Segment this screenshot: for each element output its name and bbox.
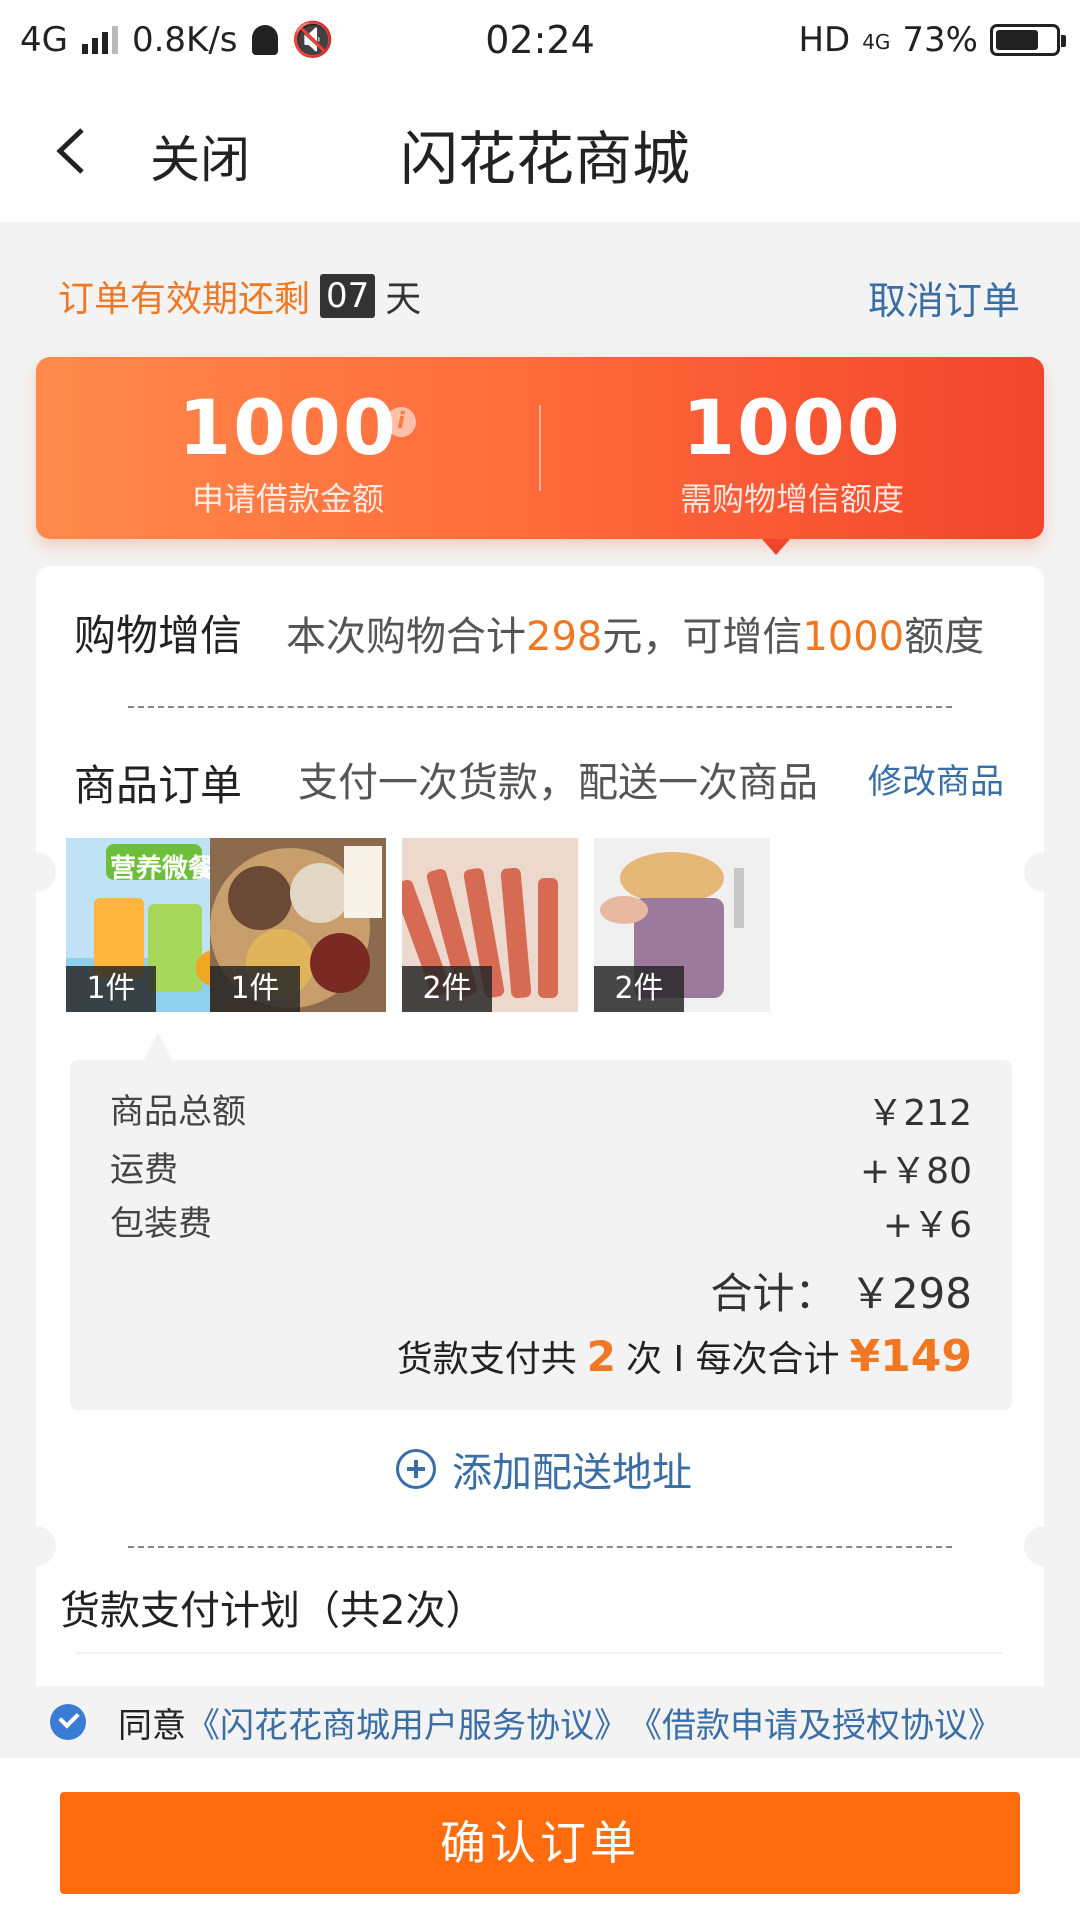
agree-checkbox[interactable] — [50, 1704, 86, 1740]
status-bar: 4G 0.8K/s 🔇 02:24 HD 4G 73% — [0, 0, 1080, 80]
product-thumb-4[interactable]: 2件 — [594, 838, 770, 1012]
loan-agreement-link[interactable]: 《借款申请及授权协议》 — [628, 1698, 1002, 1747]
ticket-notch — [16, 1526, 56, 1566]
apply-amount-block: 1000 申请借款金额 — [36, 383, 540, 520]
modify-goods-link[interactable]: 修改商品 — [868, 754, 1004, 803]
credit-desc-mid: 元，可增信 — [602, 614, 803, 660]
network-speed: 0.8K/s — [131, 20, 238, 60]
ticket-notch — [16, 852, 56, 892]
network-type: 4G — [20, 20, 68, 60]
payment-summary: 货款支付共 2 次 I 每次合计 ¥149 — [397, 1330, 972, 1382]
payment-plan-title: 货款支付计划（共2次） — [60, 1588, 486, 1634]
quantity-badge: 2件 — [402, 966, 492, 1012]
credit-amount-block: 1000 需购物增信额度 — [540, 383, 1044, 520]
validity-days: 07 — [320, 274, 376, 318]
page-title: 闪花花商城 — [400, 125, 691, 193]
packing-label: 包装费 — [110, 1204, 212, 1244]
agree-label: 同意 — [118, 1705, 186, 1746]
credit-desc-prefix: 本次购物合计 — [286, 614, 526, 660]
close-button[interactable]: 关闭 — [150, 120, 250, 192]
signal-icon — [81, 26, 118, 54]
credit-amount-label: 需购物增信额度 — [679, 480, 904, 518]
quantity-badge: 1件 — [66, 966, 156, 1012]
nav-bar: 关闭 闪花花商城 — [0, 80, 1080, 222]
pay-mid: 次 I 每次合计 — [626, 1339, 840, 1380]
fee-box-pointer — [144, 1032, 172, 1060]
product-thumb-3[interactable]: 2件 — [402, 838, 578, 1012]
clock: 02:24 — [485, 18, 595, 62]
shopping-credit-title: 购物增信 — [74, 611, 243, 660]
product-banner: 营养微餐 — [110, 854, 215, 884]
order-validity: 订单有效期还剩 07 天 — [58, 270, 421, 322]
quantity-badge: 2件 — [594, 966, 684, 1012]
fee-summary: 商品总额 ￥212 运费 +￥80 包装费 +￥6 合计： ￥298 货款支付共… — [70, 1060, 1012, 1410]
shipping-value: +￥80 — [860, 1151, 972, 1192]
battery-fill — [996, 30, 1039, 50]
shopping-credit-desc: 本次购物合计298元，可增信1000额度 — [286, 604, 984, 662]
total-label: 合计： — [710, 1269, 837, 1318]
goods-order-title: 商品订单 — [74, 761, 243, 810]
product-thumb-2[interactable]: 1件 — [210, 838, 386, 1012]
plan-divider — [76, 1652, 1002, 1654]
packing-value: +￥6 — [882, 1205, 972, 1246]
validity-unit: 天 — [385, 279, 422, 320]
pay-times: 2 — [586, 1332, 617, 1381]
mute-icon: 🔇 — [291, 20, 334, 60]
validity-prefix: 订单有效期还剩 — [58, 279, 311, 320]
cancel-order-link[interactable]: 取消订单 — [868, 270, 1020, 325]
order-card: 购物增信 本次购物合计298元，可增信1000额度 商品订单 支付一次货款，配送… — [16, 566, 1064, 1686]
credit-amount: 1000 — [682, 383, 902, 472]
pay-prefix: 货款支付共 — [396, 1339, 577, 1380]
add-address-label: 添加配送地址 — [452, 1450, 692, 1496]
credit-desc-suffix: 额度 — [904, 614, 985, 660]
goods-total-label: 商品总额 — [110, 1092, 246, 1132]
bottom-bar: 确认订单 — [0, 1758, 1080, 1920]
shopping-total: 298 — [526, 614, 603, 660]
dashed-divider — [128, 706, 952, 708]
card-pointer — [762, 539, 790, 555]
add-address-button[interactable]: 添加配送地址 — [396, 1440, 692, 1498]
pay-each-amount: ¥149 — [849, 1331, 972, 1382]
confirm-order-button[interactable]: 确认订单 — [60, 1792, 1020, 1894]
hd-indicator: HD — [798, 20, 851, 60]
ticket-notch — [1024, 1526, 1064, 1566]
back-arrow-icon[interactable] — [52, 126, 88, 176]
ticket-notch — [1024, 852, 1064, 892]
credit-value: 1000 — [802, 614, 905, 660]
goods-total-value: ￥212 — [867, 1093, 972, 1134]
total-line: 合计： ￥298 — [710, 1260, 972, 1321]
quantity-badge: 1件 — [210, 966, 300, 1012]
info-icon[interactable]: i — [386, 407, 416, 437]
shipping-label: 运费 — [110, 1150, 178, 1190]
apply-amount-label: 申请借款金额 — [191, 480, 384, 518]
hd-network: 4G — [862, 30, 891, 54]
battery-percent: 73% — [902, 20, 978, 60]
apply-amount: 1000 — [178, 383, 398, 472]
total-value: ￥298 — [849, 1269, 972, 1318]
goods-order-desc: 支付一次货款，配送一次商品 — [298, 760, 818, 806]
agreement-row: 同意 《闪花花商城用户服务协议》 《借款申请及授权协议》 — [0, 1686, 1080, 1758]
loan-summary-card: 1000 申请借款金额 i 1000 需购物增信额度 — [36, 357, 1044, 539]
qq-icon — [251, 25, 278, 55]
dashed-divider — [128, 1546, 952, 1548]
plus-circle-icon — [396, 1449, 436, 1489]
service-agreement-link[interactable]: 《闪花花商城用户服务协议》 — [186, 1698, 628, 1747]
battery-icon — [990, 24, 1066, 56]
